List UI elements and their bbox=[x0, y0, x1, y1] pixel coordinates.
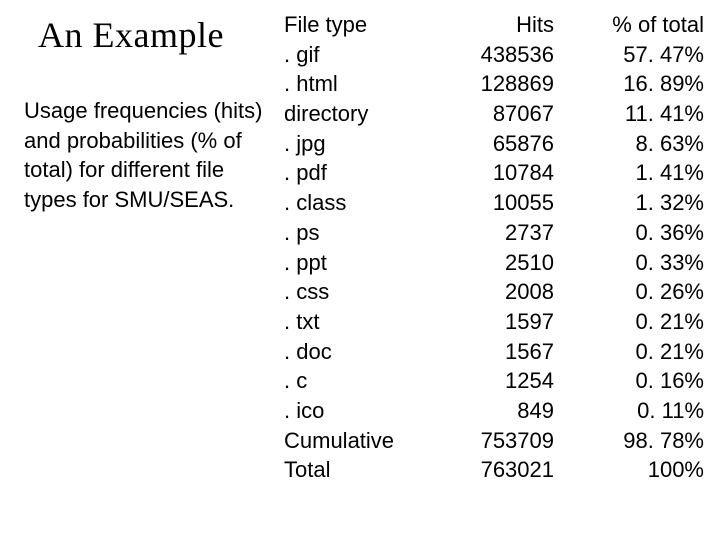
cell-pct: 0. 16% bbox=[554, 366, 704, 396]
cell-file-type: Cumulative bbox=[284, 426, 424, 456]
cell-file-type: . ppt bbox=[284, 248, 424, 278]
cell-hits: 87067 bbox=[424, 99, 554, 129]
cell-file-type: . class bbox=[284, 188, 424, 218]
cell-pct: 0. 11% bbox=[554, 396, 704, 426]
cell-file-type: . c bbox=[284, 366, 424, 396]
table-row: . doc 1567 0. 21% bbox=[284, 337, 704, 367]
table-row: . pdf 10784 1. 41% bbox=[284, 158, 704, 188]
cell-hits: 1597 bbox=[424, 307, 554, 337]
cell-file-type: directory bbox=[284, 99, 424, 129]
cell-pct: 0. 33% bbox=[554, 248, 704, 278]
cell-file-type: . txt bbox=[284, 307, 424, 337]
cell-file-type: . html bbox=[284, 69, 424, 99]
table-row: Total 763021 100% bbox=[284, 455, 704, 485]
cell-hits: 10784 bbox=[424, 158, 554, 188]
cell-file-type: . pdf bbox=[284, 158, 424, 188]
cell-pct: 11. 41% bbox=[554, 99, 704, 129]
cell-file-type: . ps bbox=[284, 218, 424, 248]
cell-hits: 65876 bbox=[424, 129, 554, 159]
cell-pct: 16. 89% bbox=[554, 69, 704, 99]
cell-pct: 98. 78% bbox=[554, 426, 704, 456]
cell-file-type: Total bbox=[284, 455, 424, 485]
cell-pct: 57. 47% bbox=[554, 40, 704, 70]
cell-hits: 753709 bbox=[424, 426, 554, 456]
table-row: . txt 1597 0. 21% bbox=[284, 307, 704, 337]
cell-pct: 1. 32% bbox=[554, 188, 704, 218]
file-type-table: File type Hits % of total . gif 438536 5… bbox=[284, 10, 704, 485]
cell-pct: 0. 21% bbox=[554, 337, 704, 367]
cell-pct: 0. 21% bbox=[554, 307, 704, 337]
page-title: An Example bbox=[38, 14, 224, 56]
table-header-row: File type Hits % of total bbox=[284, 10, 704, 40]
header-pct: % of total bbox=[554, 10, 704, 40]
table-row: . ppt 2510 0. 33% bbox=[284, 248, 704, 278]
cell-file-type: . jpg bbox=[284, 129, 424, 159]
cell-hits: 1567 bbox=[424, 337, 554, 367]
table-row: directory 87067 11. 41% bbox=[284, 99, 704, 129]
cell-pct: 0. 26% bbox=[554, 277, 704, 307]
cell-hits: 10055 bbox=[424, 188, 554, 218]
table-row: . ps 2737 0. 36% bbox=[284, 218, 704, 248]
cell-hits: 2737 bbox=[424, 218, 554, 248]
table-row: . html 128869 16. 89% bbox=[284, 69, 704, 99]
table-row: . css 2008 0. 26% bbox=[284, 277, 704, 307]
cell-file-type: . ico bbox=[284, 396, 424, 426]
table-row: . ico 849 0. 11% bbox=[284, 396, 704, 426]
cell-hits: 849 bbox=[424, 396, 554, 426]
cell-hits: 128869 bbox=[424, 69, 554, 99]
header-hits: Hits bbox=[424, 10, 554, 40]
table-row: . c 1254 0. 16% bbox=[284, 366, 704, 396]
cell-pct: 100% bbox=[554, 455, 704, 485]
slide: An Example Usage frequencies (hits) and … bbox=[0, 0, 720, 540]
table-row: . jpg 65876 8. 63% bbox=[284, 129, 704, 159]
header-file-type: File type bbox=[284, 10, 424, 40]
cell-hits: 763021 bbox=[424, 455, 554, 485]
table-row: . class 10055 1. 32% bbox=[284, 188, 704, 218]
cell-file-type: . css bbox=[284, 277, 424, 307]
table-row: Cumulative 753709 98. 78% bbox=[284, 426, 704, 456]
cell-hits: 438536 bbox=[424, 40, 554, 70]
description-text: Usage frequencies (hits) and probabiliti… bbox=[24, 96, 272, 215]
cell-file-type: . gif bbox=[284, 40, 424, 70]
cell-pct: 8. 63% bbox=[554, 129, 704, 159]
cell-file-type: . doc bbox=[284, 337, 424, 367]
cell-hits: 2510 bbox=[424, 248, 554, 278]
cell-hits: 2008 bbox=[424, 277, 554, 307]
cell-hits: 1254 bbox=[424, 366, 554, 396]
cell-pct: 0. 36% bbox=[554, 218, 704, 248]
table-row: . gif 438536 57. 47% bbox=[284, 40, 704, 70]
cell-pct: 1. 41% bbox=[554, 158, 704, 188]
